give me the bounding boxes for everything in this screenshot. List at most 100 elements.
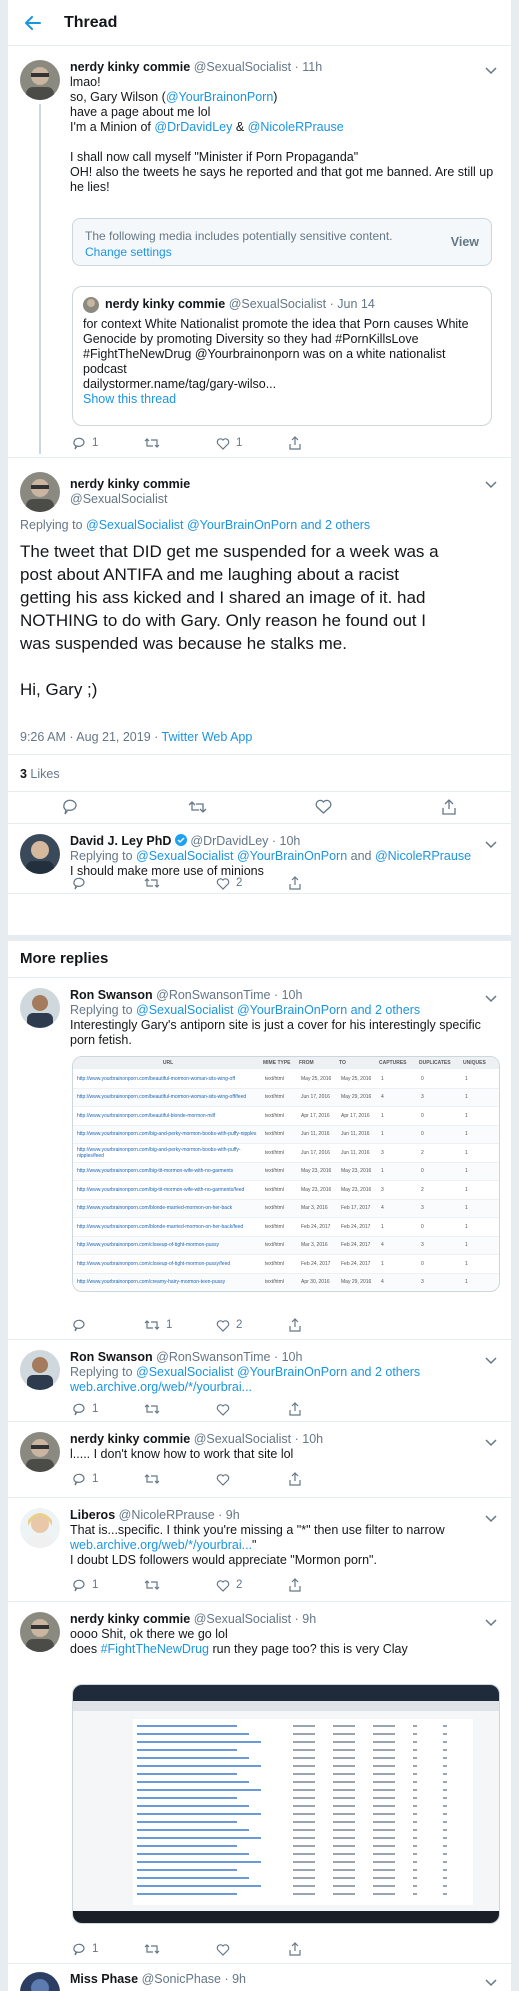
reply-button[interactable] [72, 876, 144, 890]
like-button[interactable] [216, 1403, 288, 1416]
like-button[interactable]: 2 [216, 1579, 288, 1592]
avatar-commie[interactable] [20, 60, 60, 100]
share-button[interactable] [288, 1578, 360, 1592]
heart-icon[interactable] [315, 799, 332, 817]
avatar-phase[interactable] [20, 1972, 60, 1991]
archive-url-cell[interactable]: http://www.yourbrainonporn.com/big-and-p… [73, 1147, 263, 1159]
hashtag-link[interactable]: #FightTheNewDrug [101, 1642, 209, 1656]
chevron-down-icon[interactable] [485, 1354, 497, 1365]
replying-to-links[interactable]: @NicoleRPrause [375, 849, 471, 863]
archive-url-cell[interactable]: http://www.yourbrainonporn.com/big-tit-m… [73, 1187, 263, 1193]
retweet-button[interactable] [144, 437, 216, 449]
author-name[interactable]: David J. Ley PhD [70, 834, 171, 848]
like-button[interactable] [216, 1473, 288, 1486]
author-name[interactable]: Miss Phase [70, 1972, 138, 1986]
author-name[interactable]: Ron Swanson [70, 988, 153, 1002]
avatar-swanson[interactable] [20, 988, 60, 1028]
change-settings-link[interactable]: Change settings [85, 245, 172, 259]
author-name[interactable]: nerdy kinky commie [70, 60, 190, 74]
tweet-commie-2[interactable]: nerdy kinky commie @SexualSocialist · 10… [8, 1422, 511, 1498]
share-button[interactable] [288, 1942, 360, 1956]
reply-button[interactable] [72, 1318, 144, 1332]
archive-link[interactable]: web.archive.org/web/*/yourbrai... [70, 1538, 252, 1552]
author-name[interactable]: nerdy kinky commie [70, 477, 499, 492]
archive-url-cell[interactable]: http://www.yourbrainonporn.com/big-tit-m… [73, 1168, 263, 1174]
view-button[interactable]: View [451, 235, 479, 249]
archive-url-cell[interactable]: http://www.yourbrainonporn.com/closeup-o… [73, 1261, 263, 1267]
archive-url-cell[interactable]: http://www.yourbrainonporn.com/blonde-ma… [73, 1205, 263, 1211]
tweet-time[interactable]: · 11h [295, 60, 323, 74]
chevron-down-icon[interactable] [485, 64, 497, 75]
retweet-button[interactable] [144, 1403, 216, 1415]
reply-button[interactable]: 1 [72, 436, 144, 450]
chevron-down-icon[interactable] [485, 478, 497, 489]
mention-link[interactable]: @NicoleRPrause [248, 120, 344, 134]
tweet-swanson-2[interactable]: Ron Swanson @RonSwansonTime · 10h Replyi… [8, 1340, 511, 1422]
retweet-button[interactable] [144, 1579, 216, 1591]
chevron-down-icon[interactable] [485, 838, 497, 849]
archive-url-cell[interactable]: http://www.yourbrainonporn.com/creamy-ha… [73, 1279, 263, 1285]
author-handle[interactable]: @SonicPhase · 9h [142, 1972, 246, 1986]
chevron-down-icon[interactable] [485, 1616, 497, 1627]
archive-url-cell[interactable]: http://www.yourbrainonporn.com/big-and-p… [73, 1131, 263, 1137]
author-handle[interactable]: @RonSwansonTime · 10h [156, 1350, 302, 1364]
author-name[interactable]: Ron Swanson [70, 1350, 153, 1364]
avatar-commie[interactable] [20, 472, 60, 512]
reply-button[interactable]: 1 [72, 1578, 144, 1592]
show-thread-link[interactable]: Show this thread [83, 392, 481, 407]
back-arrow-icon[interactable] [20, 10, 46, 36]
avatar-swanson[interactable] [20, 1350, 60, 1390]
tweet-phase[interactable]: Miss Phase @SonicPhase · 9h [8, 1964, 511, 1991]
avatar-commie[interactable] [20, 1432, 60, 1472]
likes-bar[interactable]: 3 Likes [8, 754, 511, 792]
author-handle[interactable]: @DrDavidLey · 10h [190, 834, 300, 848]
chevron-down-icon[interactable] [485, 1436, 497, 1447]
like-button[interactable]: 2 [216, 877, 288, 890]
retweet-button[interactable]: 1 [144, 1319, 216, 1331]
like-button[interactable] [216, 1943, 288, 1956]
author-handle[interactable]: @SexualSocialist [194, 60, 291, 74]
browser-screenshot-image[interactable] [72, 1684, 500, 1924]
quoted-tweet[interactable]: nerdy kinky commie @SexualSocialist · Ju… [72, 286, 492, 426]
author-handle[interactable]: @SexualSocialist [70, 492, 499, 507]
chevron-down-icon[interactable] [485, 1976, 497, 1987]
archive-url-cell[interactable]: http://www.yourbrainonporn.com/beautiful… [73, 1113, 263, 1119]
author-name[interactable]: nerdy kinky commie [70, 1612, 190, 1626]
share-button[interactable] [288, 876, 360, 890]
mention-link[interactable]: @DrDavidLey [154, 120, 232, 134]
reply-button[interactable]: 1 [72, 1402, 144, 1416]
avatar-ley[interactable] [20, 834, 60, 874]
replying-to-links[interactable]: @SexualSocialist @YourBrainOnPorn [136, 1365, 347, 1379]
archive-table-image[interactable]: URL MIME TYPE FROM TO CAPTURES DUPLICATE… [72, 1056, 500, 1292]
share-button[interactable] [288, 436, 360, 450]
reply-icon[interactable] [62, 798, 79, 818]
archive-url-cell[interactable]: http://www.yourbrainonporn.com/beautiful… [73, 1094, 263, 1100]
author-handle[interactable]: @NicoleRPrause · 9h [119, 1508, 240, 1522]
retweet-button[interactable] [144, 1473, 216, 1485]
author-name[interactable]: Liberos [70, 1508, 115, 1522]
retweet-button[interactable] [144, 1943, 216, 1955]
like-button[interactable]: 2 [216, 1319, 288, 1332]
retweet-button[interactable] [144, 877, 216, 889]
avatar-liberos[interactable] [20, 1508, 60, 1548]
tweet-commie-3[interactable]: nerdy kinky commie @SexualSocialist · 9h… [8, 1602, 511, 1964]
mention-link[interactable]: @YourBrainonPorn [166, 90, 273, 104]
tweet-ley[interactable]: David J. Ley PhD @DrDavidLey · 10h Reply… [8, 824, 511, 894]
like-button[interactable]: 1 [216, 437, 288, 450]
share-button[interactable] [288, 1402, 360, 1416]
author-name[interactable]: nerdy kinky commie [70, 1432, 190, 1446]
tweet-swanson-1[interactable]: Ron Swanson @RonSwansonTime · 10h Replyi… [8, 978, 511, 1340]
reply-button[interactable]: 1 [72, 1942, 144, 1956]
replying-to-links[interactable]: @SexualSocialist @YourBrainOnPorn [86, 518, 297, 532]
chevron-down-icon[interactable] [485, 992, 497, 1003]
archive-url-cell[interactable]: http://www.yourbrainonporn.com/beautiful… [73, 1076, 263, 1082]
share-button[interactable] [288, 1472, 360, 1486]
share-icon[interactable] [441, 798, 457, 818]
archive-link[interactable]: web.archive.org/web/*/yourbrai... [70, 1380, 499, 1395]
chevron-down-icon[interactable] [485, 1512, 497, 1523]
retweet-icon[interactable] [188, 800, 207, 817]
avatar-commie[interactable] [20, 1612, 60, 1652]
share-button[interactable] [288, 1318, 360, 1332]
source-link[interactable]: Twitter Web App [162, 730, 253, 744]
replying-to-links[interactable]: @SexualSocialist @YourBrainOnPorn [136, 1003, 347, 1017]
